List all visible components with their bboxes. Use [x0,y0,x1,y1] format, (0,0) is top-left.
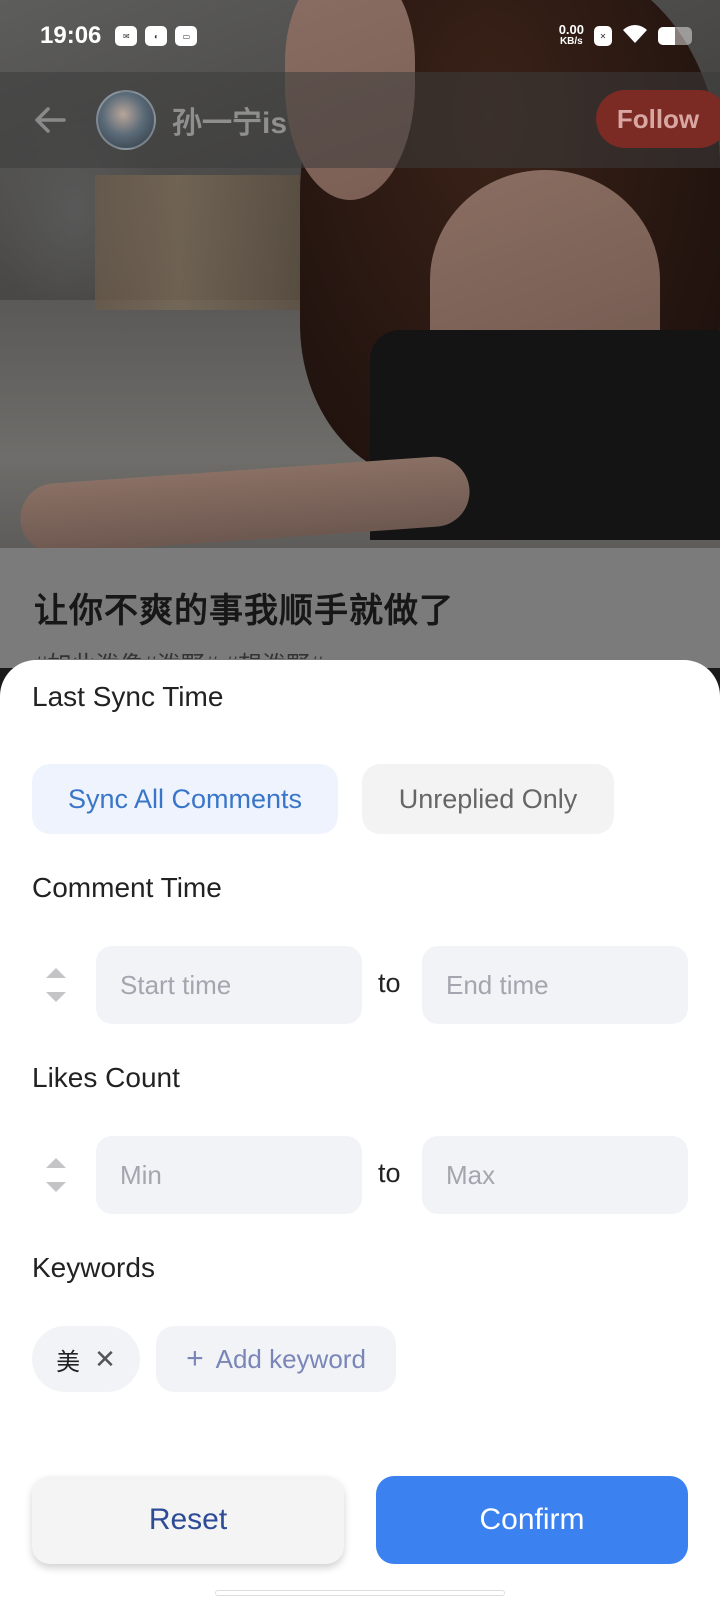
sync-all-comments-chip[interactable]: Sync All Comments [32,764,338,834]
avatar[interactable] [96,90,156,150]
comment-time-to-label: to [378,968,401,998]
username[interactable]: 孙一宁is [172,98,287,142]
top-nav: 孙一宁is Follow [0,72,720,168]
battery-fill [658,27,675,45]
status-bar: 19:06 ✉ ◐ ▭ 0.00 KB/s ✕ [0,0,720,72]
post-title: 让你不爽的事我顺手就做了 [34,592,454,630]
status-left: 19:06 ✉ ◐ ▭ [40,22,198,50]
keyword-chip-label: 美 [56,1348,81,1376]
add-keyword-button[interactable]: + Add keyword [156,1326,396,1392]
min-likes-input[interactable] [96,1136,362,1214]
back-arrow-icon[interactable] [30,100,70,140]
net-speed-value: 0.00 [558,22,584,37]
likes-count-stepper-icon[interactable] [44,1156,68,1196]
photo-door [95,175,305,310]
status-time: 19:06 [40,22,102,49]
status-right: 0.00 KB/s ✕ [558,22,692,49]
comment-time-title: Comment Time [32,872,222,903]
no-sim-icon: ✕ [594,26,612,46]
stepper-down-icon [46,992,66,1002]
wifi-icon [622,24,648,49]
net-speed: 0.00 KB/s [558,22,584,48]
add-keyword-label: Add keyword [215,1343,366,1374]
battery-icon [658,27,692,45]
keyword-chip[interactable]: 美 ✕ [32,1326,140,1392]
confirm-button[interactable]: Confirm [376,1476,688,1564]
keywords-title: Keywords [32,1252,155,1283]
likes-count-to-label: to [378,1158,401,1188]
close-icon[interactable]: ✕ [94,1346,116,1372]
unreplied-only-chip[interactable]: Unreplied Only [362,764,614,834]
reset-button[interactable]: Reset [32,1476,344,1564]
app-notification-icon: ◐ [145,26,168,46]
likes-count-title: Likes Count [32,1062,180,1093]
stepper-up-icon [46,1158,66,1168]
start-time-input[interactable] [96,946,362,1024]
vivo-icon: ▭ [175,26,198,46]
stepper-up-icon [46,968,66,978]
post-tags: #如此泼像#泼野# #想泼野# [34,645,323,659]
home-indicator[interactable] [215,1590,505,1596]
message-icon: ✉ [115,26,138,46]
last-sync-title: Last Sync Time [32,681,224,712]
plus-icon: + [186,1342,204,1375]
comment-time-stepper-icon[interactable] [44,966,68,1006]
net-speed-unit: KB/s [559,36,583,47]
stepper-down-icon [46,1182,66,1192]
follow-button[interactable]: Follow [596,90,720,148]
max-likes-input[interactable] [422,1136,688,1214]
end-time-input[interactable] [422,946,688,1024]
